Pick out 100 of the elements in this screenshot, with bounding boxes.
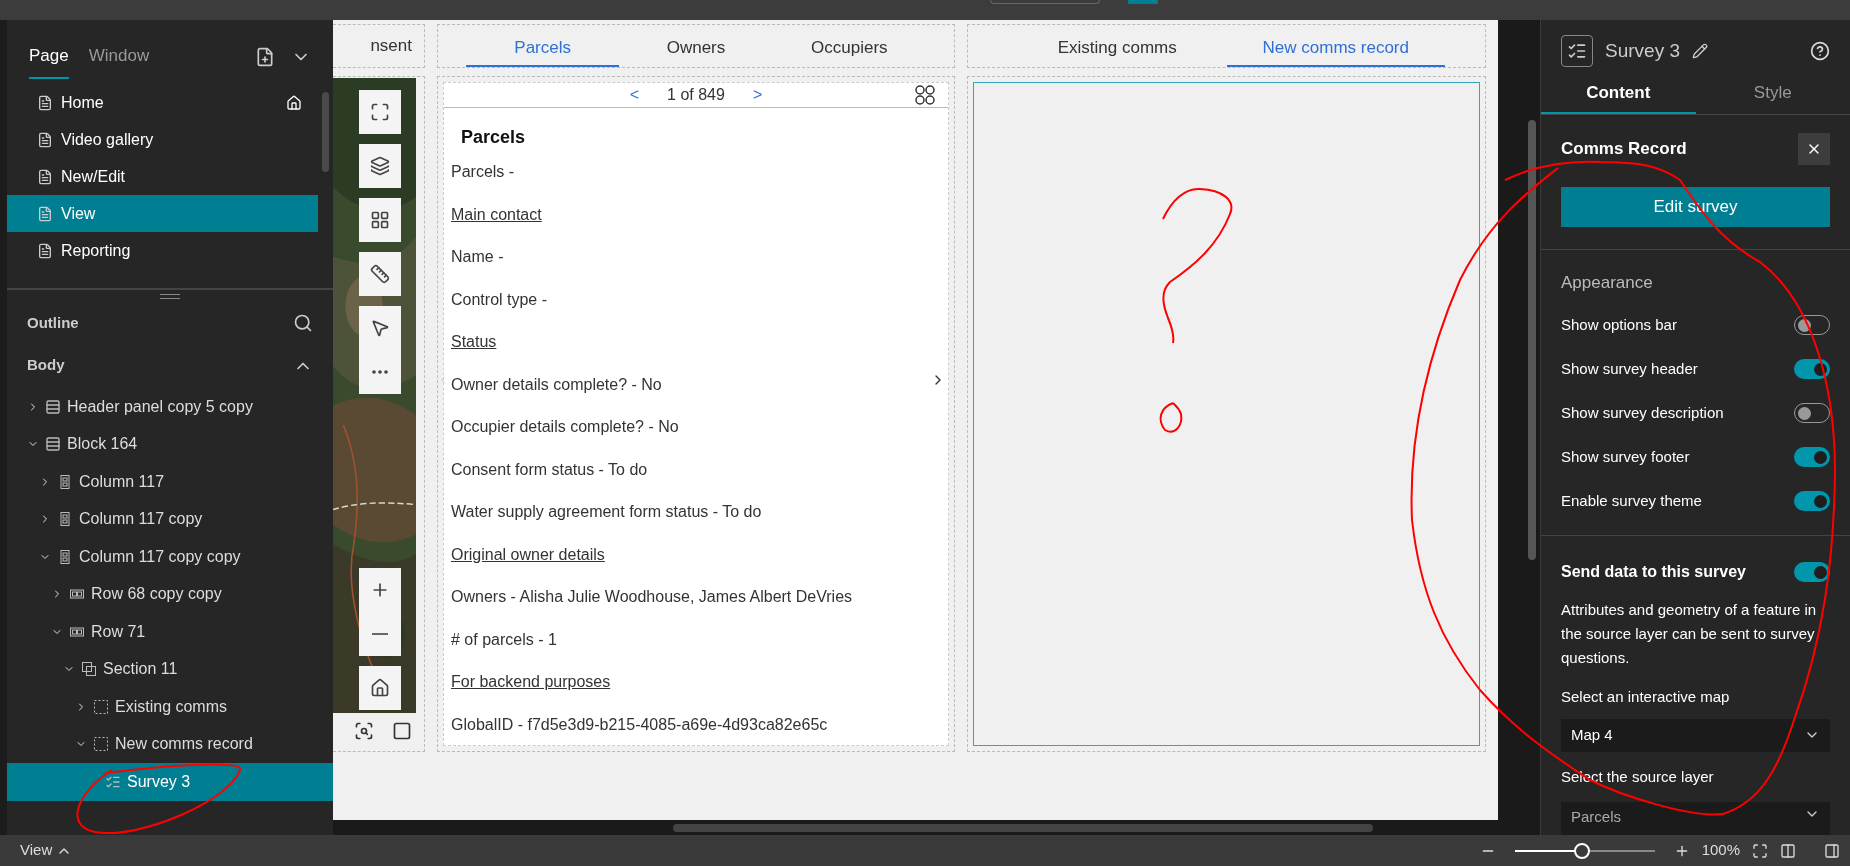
basemap-button[interactable] (359, 198, 401, 242)
select-button[interactable] (359, 306, 401, 350)
splitter-handle[interactable] (160, 294, 180, 299)
edit-icon[interactable] (1692, 43, 1708, 60)
fullscreen-icon (370, 102, 390, 122)
panel-tab[interactable]: Page (29, 35, 69, 79)
outline-item[interactable]: Row 68 copy copy (7, 575, 333, 613)
field-text: Control type - (451, 289, 548, 310)
previous-button[interactable]: < (621, 83, 648, 107)
page-item[interactable]: View (7, 195, 318, 232)
grid-icon (370, 210, 390, 230)
panel-tab[interactable]: Style (1695, 75, 1850, 114)
page-item[interactable]: Home (7, 84, 318, 121)
layer-select[interactable]: Parcels (1561, 802, 1830, 835)
description-text: Attributes and geometry of a feature in the source layer can be sent to survey questions. (1561, 600, 1818, 668)
outline-item[interactable]: Column 117 (7, 463, 333, 501)
toggle-label: Show survey footer (1561, 446, 1690, 467)
dashed-square-icon (93, 698, 109, 715)
section-title: Appearance (1561, 271, 1654, 294)
field-text: Owners - Alisha Julie Woodhouse, James Albert DeVries (451, 587, 853, 608)
panel-tab[interactable]: Window (88, 35, 150, 79)
record-position: 1 of 849 (667, 85, 725, 105)
outline-item[interactable]: Section 11 (7, 650, 333, 688)
toggle-label: Enable survey theme (1561, 490, 1702, 511)
search-icon[interactable] (354, 721, 374, 741)
scrollbar[interactable] (1528, 120, 1536, 560)
field-text: Parcels - (451, 162, 515, 183)
next-button[interactable]: > (744, 83, 771, 107)
field-text: # of parcels - 1 (451, 629, 557, 650)
toggle-label: Show survey header (1561, 358, 1698, 379)
toggle-switch[interactable] (1794, 447, 1830, 467)
more-icon (371, 369, 389, 375)
add-page-icon[interactable] (255, 47, 275, 67)
zoom-in-button[interactable] (359, 568, 401, 612)
outline-item[interactable]: New comms record (7, 725, 333, 763)
block-icon (45, 436, 61, 453)
field-text: Owner details complete? - No (451, 374, 662, 395)
page-icon (37, 168, 53, 185)
column-icon (57, 511, 73, 528)
page-icon (37, 242, 53, 259)
fit-icon[interactable] (1752, 842, 1768, 859)
panel-title: Survey 3 (1605, 39, 1680, 64)
zoom-percent: 100% (1701, 840, 1740, 861)
map-select[interactable]: Map 4 (1561, 718, 1830, 752)
outline-item[interactable]: Block 164 (7, 425, 333, 463)
panel-tab[interactable]: Existing comms (1008, 31, 1227, 67)
panel-tab[interactable]: New comms record (1226, 31, 1445, 67)
scrollbar[interactable] (673, 823, 1373, 832)
ruler-icon (370, 264, 390, 284)
panel-tab[interactable]: Content (1541, 75, 1696, 114)
scrollbar[interactable] (322, 92, 329, 172)
section-heading: Original owner details (451, 544, 605, 565)
panel-tab[interactable]: Parcels (466, 31, 620, 67)
outline-item[interactable]: Header panel copy 5 copy (7, 388, 333, 426)
home-icon (286, 94, 302, 111)
search-icon[interactable] (293, 313, 313, 333)
panel-tab[interactable]: Occupiers (772, 31, 926, 67)
field-text: Name - (451, 247, 504, 268)
section-heading: Main contact (451, 204, 542, 225)
panel-icon[interactable] (1824, 842, 1840, 859)
record-heading: Parcels (460, 126, 527, 149)
field-label: Select an interactive map (1561, 687, 1731, 707)
home-button[interactable] (359, 666, 401, 710)
panel-tab[interactable]: Owners (619, 31, 773, 67)
layers-icon (370, 156, 390, 176)
outline-item[interactable]: Column 117 copy copy (7, 538, 333, 576)
outline-item[interactable]: Existing comms (7, 688, 333, 726)
toggle-label: Send data to this survey (1561, 562, 1746, 582)
outline-title: Outline (27, 312, 79, 333)
outline-item[interactable]: Survey 3 (7, 763, 333, 801)
fullscreen-button[interactable] (359, 90, 401, 134)
section-heading: For backend purposes (451, 672, 611, 693)
toggle-label: Show options bar (1561, 314, 1677, 335)
toggle-switch[interactable] (1794, 359, 1830, 379)
toggle-switch[interactable] (1794, 562, 1830, 582)
toggle-switch[interactable] (1794, 491, 1830, 511)
layers-button[interactable] (359, 144, 401, 188)
pointer-icon (370, 318, 390, 338)
page-icon (37, 205, 53, 222)
field-text: GlobalID - f7d5e3d9-b215-4085-a69e-4d93ca82e65c (451, 714, 828, 735)
page-item[interactable]: Video gallery (7, 121, 318, 158)
help-icon[interactable] (1810, 41, 1830, 62)
legend-icon[interactable] (392, 721, 412, 741)
outline-item[interactable]: Column 117 copy (7, 500, 333, 538)
grid-icon[interactable] (914, 84, 936, 106)
body-title: Body (27, 355, 65, 376)
column-icon (57, 548, 73, 565)
page-icon (37, 131, 53, 148)
page-item[interactable]: Reporting (7, 232, 318, 269)
close-button[interactable] (1798, 132, 1830, 165)
home-icon (370, 678, 390, 698)
outline-item[interactable]: Row 71 (7, 613, 333, 651)
block-icon (45, 398, 61, 415)
field-text: Water supply agreement form status - To do (451, 502, 762, 523)
page-item[interactable]: New/Edit (7, 158, 318, 195)
fit-width-icon[interactable] (1780, 842, 1796, 859)
measure-button[interactable] (359, 252, 401, 296)
page-label: View (20, 840, 53, 861)
dashed-square-icon (93, 736, 109, 753)
minus-icon (371, 633, 389, 635)
